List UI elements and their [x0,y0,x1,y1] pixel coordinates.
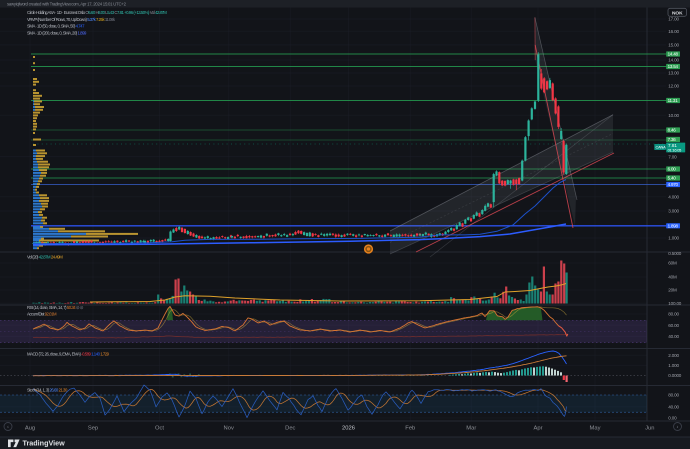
svg-text:Vol (20) 42.87M 24.49M: Vol (20) 42.87M 24.49M [27,254,63,259]
svg-text:40.00: 40.00 [668,334,679,339]
svg-text:1.000: 1.000 [668,363,679,368]
svg-text:SMA · 1D (200, close, 0, SMA,: SMA · 1D (200, close, 0, SMA, 20) 1.899 [27,30,87,35]
svg-text:40M: 40M [668,275,677,280]
svg-text:Feb: Feb [405,425,415,431]
svg-text:Sep: Sep [88,425,98,431]
svg-text:Nov: Nov [224,425,234,431]
svg-text:MACD (72, 26, close, 9, EMA, E: MACD (72, 26, close, 9, EMA, EMA) -0.589… [27,351,110,356]
svg-text:8.46: 8.46 [668,128,677,133]
svg-text:12.00: 12.00 [668,84,679,89]
svg-text:Circle Holding ASA · 1D · Euro: Circle Holding ASA · 1D · Euronext Oslo … [27,10,167,15]
svg-text:Mar: Mar [466,425,476,431]
svg-text:5.40: 5.40 [668,176,677,181]
svg-text:20M: 20M [668,288,677,293]
svg-text:7.36: 7.36 [668,137,677,142]
svg-text:Apr: Apr [533,425,542,431]
svg-text:SMA · 1D (50, close, 0, SMA, 5: SMA · 1D (50, close, 0, SMA, 50) 4.747 [27,24,85,29]
svg-text:3.000: 3.000 [668,209,679,214]
svg-text:13.00: 13.00 [668,71,679,76]
svg-text:RSI (14, close, SMA, 14, 7) 50: RSI (14, close, SMA, 14, 7) 50.34 ⊘ ⊘ [27,305,83,310]
svg-text:Jun: Jun [645,425,654,431]
svg-text:6.00: 6.00 [668,167,677,172]
svg-text:4.000: 4.000 [668,195,679,200]
svg-text:60M: 60M [668,261,677,266]
svg-text:4.970: 4.970 [668,182,679,187]
svg-text:16.00: 16.00 [668,29,679,34]
svg-text:NOK: NOK [672,10,683,16]
svg-text:Accum/Dist 92.01M: Accum/Dist 92.01M [27,312,57,317]
svg-text:VRVP (Number Of Rows, 70, Up/D: VRVP (Number Of Rows, 70, Up/Down) 5.37k… [27,17,116,22]
svg-text:2.000: 2.000 [668,353,679,358]
svg-text:May: May [590,425,601,431]
svg-text:0.0000: 0.0000 [668,373,681,378]
svg-text:2026: 2026 [342,425,355,431]
svg-text:14.00: 14.00 [668,58,679,63]
svg-text:10.00: 10.00 [668,113,679,118]
svg-text:60.00: 60.00 [668,323,679,328]
svg-text:100.00: 100.00 [668,301,681,306]
svg-text:13.54: 13.54 [668,64,679,69]
svg-text:0.5000: 0.5000 [668,251,681,256]
svg-text:Aug: Aug [25,425,35,431]
svg-text:0.00: 0.00 [668,416,677,421]
svg-text:Stoch (14, 1, 3) 26.60 21.30: Stoch (14, 1, 3) 26.60 21.30 [27,387,68,392]
svg-text:17.00: 17.00 [668,17,679,22]
svg-text:40.00: 40.00 [668,404,679,409]
svg-text:14.48: 14.48 [668,52,679,57]
svg-text:sawyiqlword created with Tradi: sawyiqlword created with TradingView.com… [7,1,127,6]
svg-text:CANA: CANA [656,145,667,150]
svg-text:80.00: 80.00 [668,312,679,317]
svg-text:Oct: Oct [155,425,164,431]
svg-text:11.31: 11.31 [668,98,679,103]
svg-text:1.000: 1.000 [668,236,679,241]
svg-text:7.00: 7.00 [668,154,677,159]
svg-text:01:16:05: 01:16:05 [668,148,682,153]
svg-text:80.00: 80.00 [668,393,679,398]
svg-text:1.898: 1.898 [668,224,679,229]
svg-text:15.00: 15.00 [668,43,679,48]
svg-text:TradingView: TradingView [23,439,66,448]
svg-text:Dec: Dec [285,425,295,431]
